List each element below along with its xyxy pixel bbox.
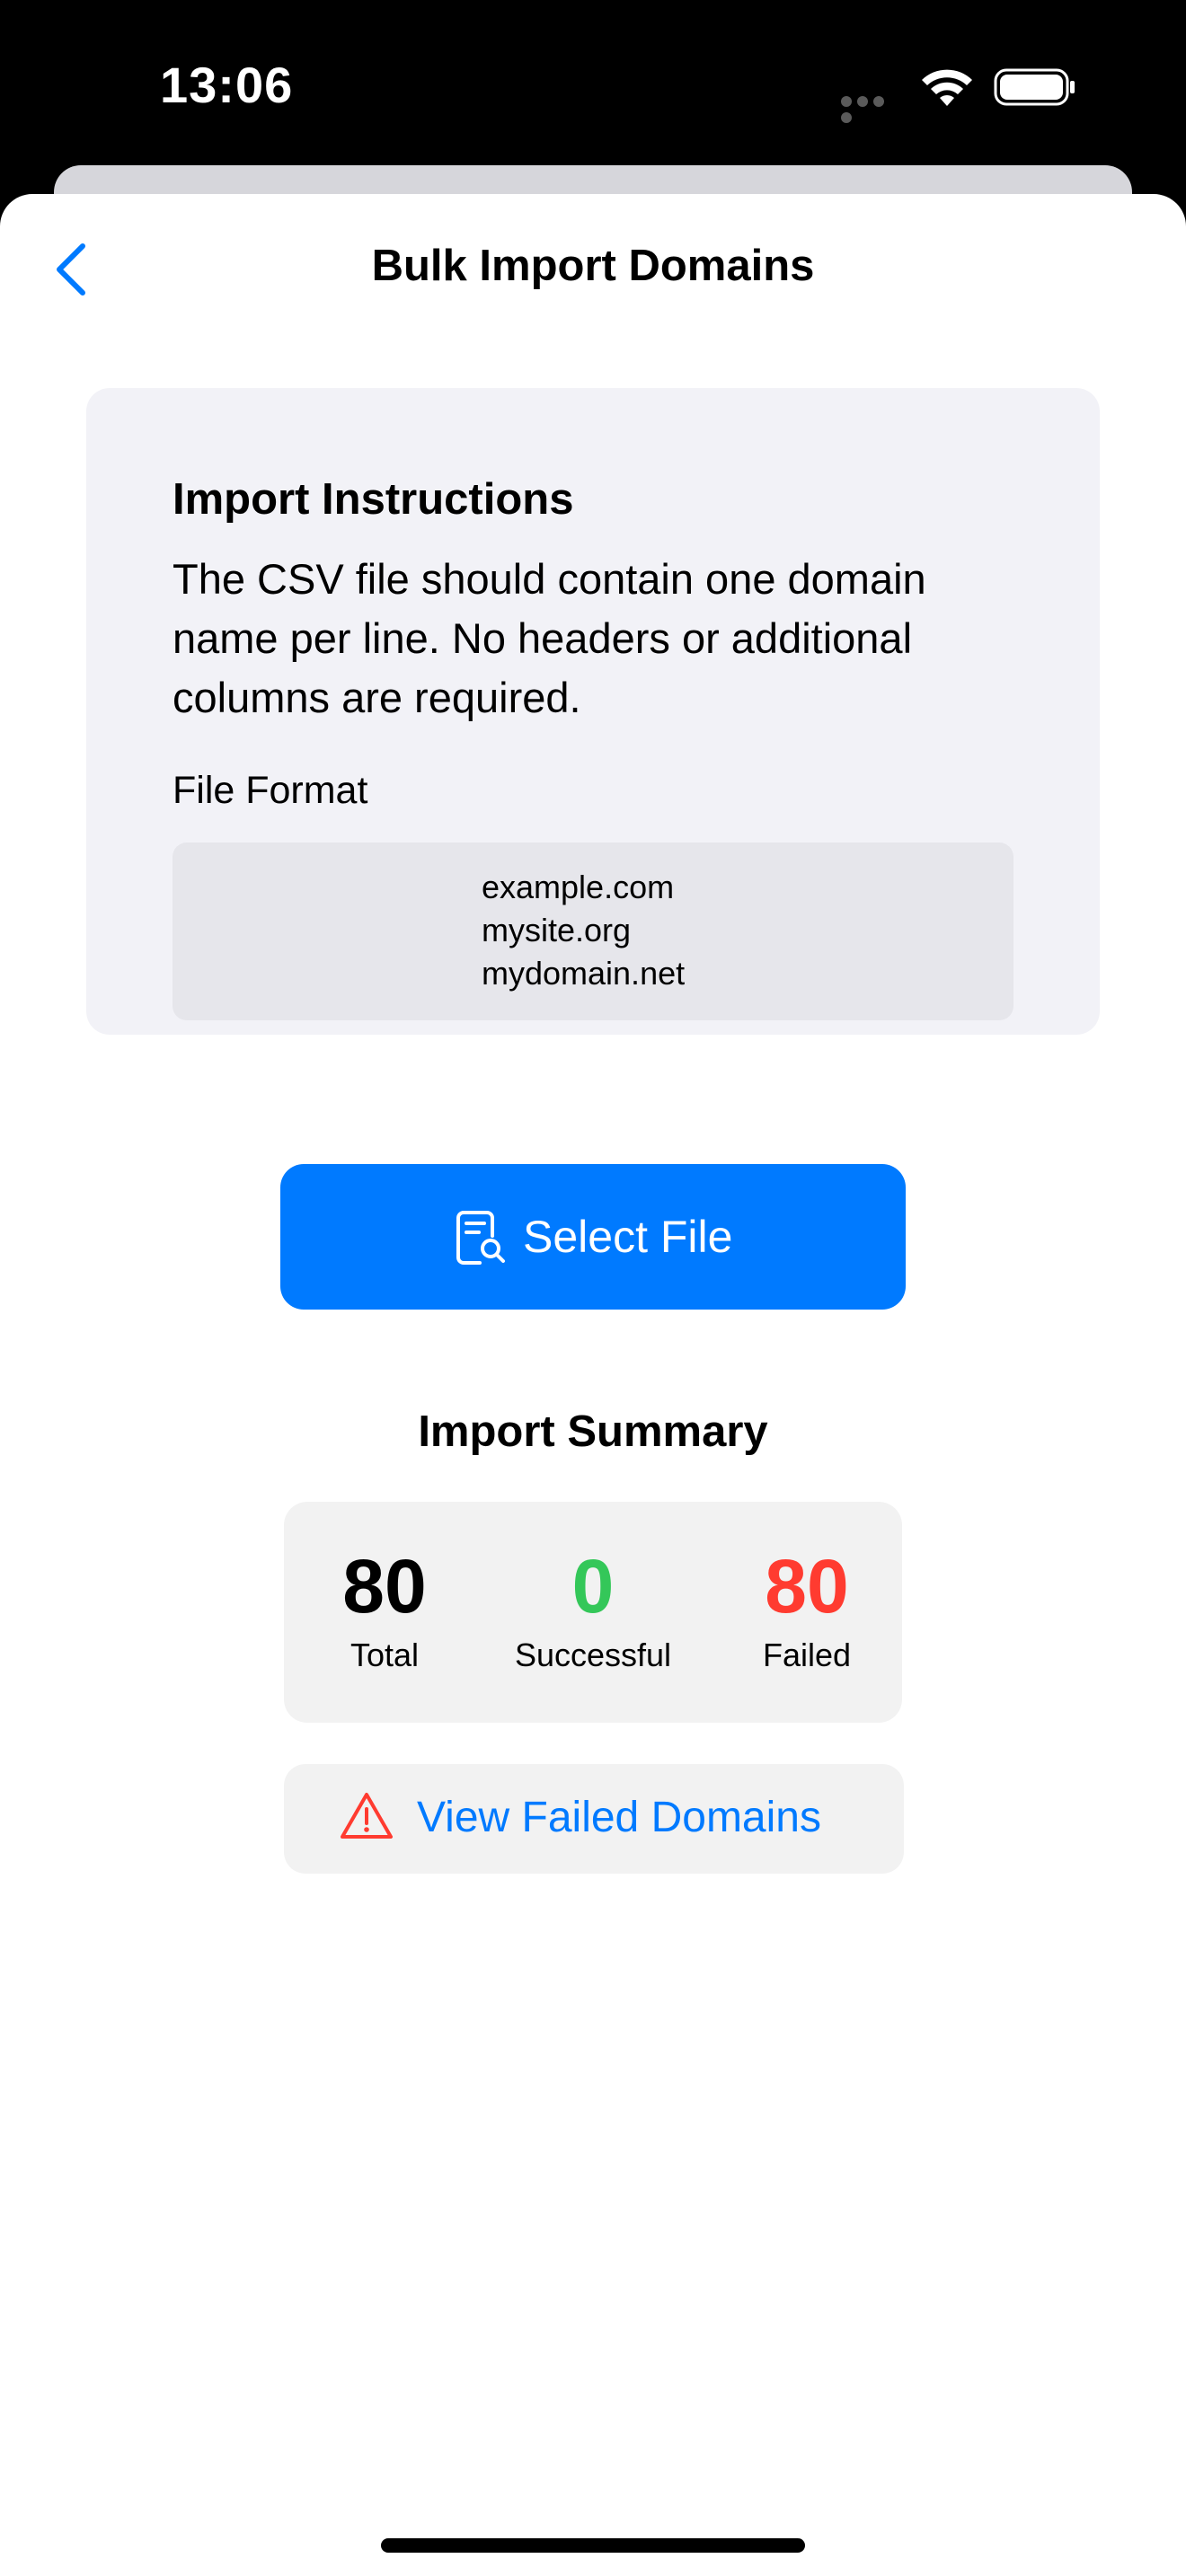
stat-failed: 80 Failed xyxy=(708,1545,906,1674)
screen: 13:06 Bulk Import Domains Import Instruc… xyxy=(0,0,1186,2576)
battery-icon xyxy=(994,68,1075,106)
view-failed-domains-label: View Failed Domains xyxy=(417,1794,821,1841)
summary-title: Import Summary xyxy=(418,1407,768,1456)
instructions-card: Import Instructions The CSV file should … xyxy=(86,388,1100,1035)
select-file-button[interactable]: Select File xyxy=(280,1164,906,1310)
warning-icon xyxy=(341,1793,393,1839)
stat-total-label: Total xyxy=(350,1636,420,1673)
format-example-line: example.com xyxy=(482,869,675,905)
instructions-title: Import Instructions xyxy=(173,475,574,524)
stat-successful-label: Successful xyxy=(514,1636,672,1673)
select-file-label: Select File xyxy=(523,1212,733,1262)
stat-total: 80 Total xyxy=(286,1545,483,1674)
file-format-label: File Format xyxy=(173,769,368,812)
stat-failed-value: 80 xyxy=(765,1544,849,1628)
document-search-icon xyxy=(456,1211,505,1265)
format-example-line: mysite.org xyxy=(482,912,632,948)
stat-failed-label: Failed xyxy=(762,1636,852,1673)
home-indicator[interactable] xyxy=(381,2538,805,2553)
format-example-line: mydomain.net xyxy=(482,955,686,992)
stat-total-value: 80 xyxy=(342,1544,427,1628)
page-title: Bulk Import Domains xyxy=(371,242,815,290)
cellular-signal-icon xyxy=(841,95,900,123)
file-format-example: example.com mysite.org mydomain.net xyxy=(173,842,1013,1020)
stat-successful-value: 0 xyxy=(571,1544,615,1628)
stat-successful: 0 Successful xyxy=(494,1545,692,1674)
import-sheet: Bulk Import Domains Import Instructions … xyxy=(0,194,1186,2576)
instructions-body: The CSV file should contain one domain n… xyxy=(173,555,926,721)
import-summary-card: 80 Total 0 Successful 80 Failed xyxy=(284,1502,902,1723)
wifi-icon xyxy=(922,69,972,106)
status-bar: 13:06 xyxy=(0,0,1186,171)
status-time: 13:06 xyxy=(160,57,294,113)
view-failed-domains-button[interactable]: View Failed Domains xyxy=(284,1764,904,1874)
